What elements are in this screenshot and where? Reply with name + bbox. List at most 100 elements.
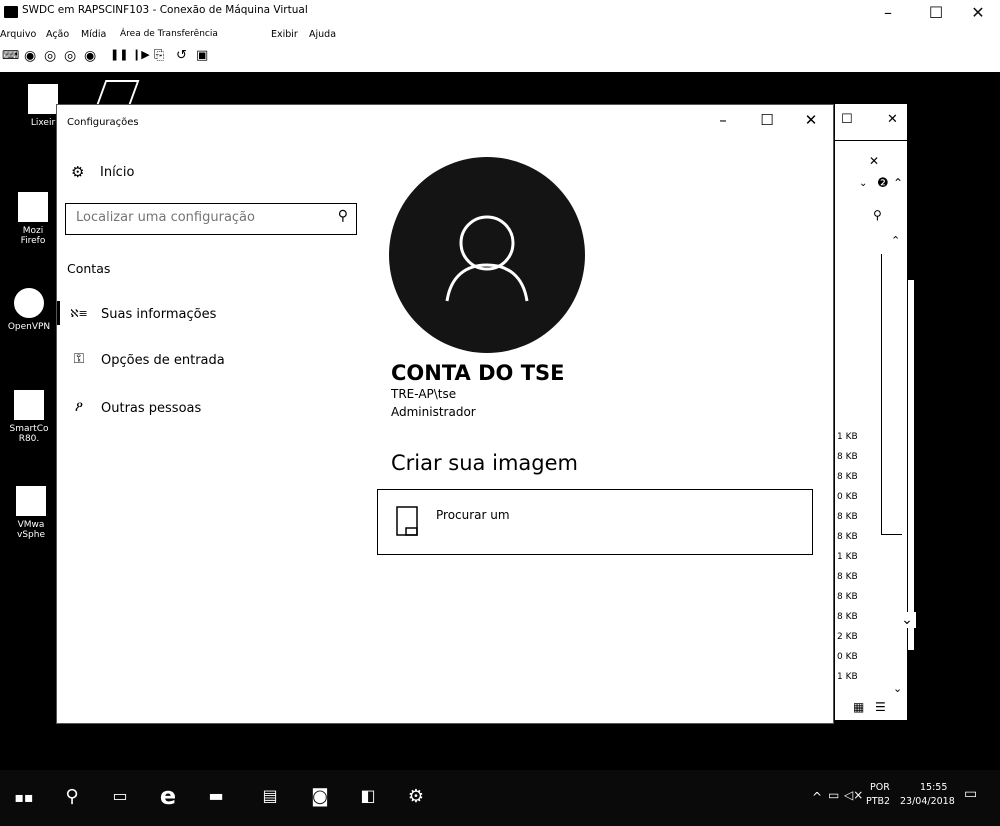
file-size: 1 KB <box>837 672 858 682</box>
shutdown-icon[interactable]: ◎ <box>64 48 76 64</box>
account-username: TRE-AP\tse <box>391 387 457 401</box>
background-explorer-window[interactable]: ☐ ✕ ✕ ⌄ ❷ ⌃ ⚲ ⌃ 1 KB 8 KB 8 KB 0 KB 8 KB… <box>834 104 907 720</box>
desktop-icon-vmware[interactable]: VMwa vSphe <box>8 484 54 540</box>
nav-other-people-label: Outras pessoas <box>101 401 202 416</box>
nav-other-people[interactable]: ዖ Outras pessoas <box>69 399 329 421</box>
help-icon[interactable]: ❷ <box>877 176 889 191</box>
desktop-icon-label: Mozi Firefo <box>20 226 46 246</box>
power-icon[interactable]: ◉ <box>84 48 96 64</box>
menu-midia[interactable]: Mídia <box>81 29 106 40</box>
section-title: Contas <box>67 261 111 276</box>
host-maximize-button[interactable]: ☐ <box>914 0 958 26</box>
details-view-icon[interactable]: ▦ <box>853 700 864 714</box>
desktop-icon-smartconsole[interactable]: SmartCo R80. <box>6 388 52 444</box>
host-minimize-button[interactable]: – <box>866 0 910 26</box>
desktop-icon-label: Lixeir <box>30 118 56 128</box>
browse-label: Procurar um <box>436 508 510 522</box>
file-size: 1 KB <box>837 432 858 442</box>
settings-title: Configurações <box>67 117 139 128</box>
account-name: CONTA DO TSE <box>391 361 565 385</box>
chevron-up-icon[interactable]: ⌃ <box>893 176 903 190</box>
file-size: 8 KB <box>837 572 858 582</box>
file-explorer-icon[interactable]: ▬ <box>200 786 232 805</box>
search-icon[interactable]: ⚲ <box>56 786 88 807</box>
search-icon[interactable]: ⚲ <box>873 208 882 222</box>
settings-search-box[interactable]: ⚲ <box>65 203 357 235</box>
chevron-down-icon[interactable]: ⌄ <box>898 612 916 628</box>
nav-your-info[interactable]: ℵ≡ Suas informações <box>69 305 329 327</box>
file-size: 1 KB <box>837 552 858 562</box>
selected-indicator <box>57 301 60 325</box>
person-add-icon: ዖ <box>74 399 84 415</box>
list-view-icon[interactable]: ☰ <box>875 700 886 714</box>
start-icon[interactable]: ▪▪ <box>8 790 40 806</box>
host-close-button[interactable]: ✕ <box>956 0 1000 26</box>
bg-inner-close-icon[interactable]: ✕ <box>869 154 879 168</box>
scroll-up-icon[interactable]: ⌃ <box>891 234 900 247</box>
create-picture-heading: Criar sua imagem <box>391 451 578 475</box>
file-size: 8 KB <box>837 452 858 462</box>
desktop-icon-firefox[interactable]: Mozi Firefo <box>10 190 56 246</box>
network-icon[interactable]: ▭ <box>828 788 839 802</box>
nav-home-label: Início <box>100 165 135 180</box>
settings-minimize-button[interactable]: – <box>703 111 743 129</box>
firefox-icon <box>16 190 50 224</box>
file-size: 8 KB <box>837 592 858 602</box>
host-toolbar: ⌨ ◉ ◎ ◎ ◉ ❚❚ ❙▶ ⎘ ↺ ▣ <box>0 46 400 70</box>
volume-icon[interactable]: ◁× <box>844 788 863 802</box>
nav-your-info-label: Suas informações <box>101 307 217 322</box>
settings-maximize-button[interactable]: ☐ <box>747 111 787 129</box>
menu-arquivo[interactable]: Arquivo <box>0 29 36 40</box>
clock-date[interactable]: 23/04/2018 <box>900 796 955 807</box>
nav-sign-in-options[interactable]: ⚿ Opções de entrada <box>69 351 329 373</box>
scrollbar-thumb[interactable] <box>881 254 902 535</box>
checkpoint-icon[interactable]: ⎘ <box>154 48 164 63</box>
bg-close-icon[interactable]: ✕ <box>887 112 898 127</box>
language-indicator-top[interactable]: POR <box>870 782 890 793</box>
recycle-bin-icon <box>26 82 60 116</box>
edge-icon[interactable]: e <box>152 782 184 810</box>
browse-button[interactable]: Procurar um <box>377 489 813 555</box>
scroll-down-icon[interactable]: ⌄ <box>893 682 902 695</box>
revert-icon[interactable]: ↺ <box>176 48 187 63</box>
ctrl-alt-del-icon[interactable]: ⌨ <box>2 48 19 62</box>
vm-app-icon[interactable]: ◧ <box>352 786 384 805</box>
settings-window: Configurações – ☐ ✕ ⚙ Início ⚲ Contas ℵ≡… <box>56 104 834 724</box>
gear-icon: ⚙ <box>71 163 85 181</box>
show-hidden-icons-icon[interactable]: ^ <box>812 790 822 804</box>
enhanced-session-icon[interactable]: ▣ <box>196 48 208 63</box>
bg-maximize-icon[interactable]: ☐ <box>841 112 853 127</box>
desktop-icon-label: OpenVPN <box>7 322 51 332</box>
file-size: 0 KB <box>837 652 858 662</box>
remote-desktop-icon[interactable]: ◙ <box>304 786 336 807</box>
openvpn-icon <box>12 286 46 320</box>
task-view-icon[interactable]: ▭ <box>104 786 136 805</box>
menu-acao[interactable]: Ação <box>46 29 69 40</box>
desktop-icon-label: SmartCo R80. <box>9 424 49 444</box>
host-menu-bar: Arquivo Ação Mídia Área de Transferência… <box>0 26 1000 44</box>
desktop-icon-openvpn[interactable]: OpenVPN <box>6 286 52 332</box>
settings-close-button[interactable]: ✕ <box>791 111 831 129</box>
notifications-icon[interactable]: ▭ <box>964 786 977 802</box>
host-title-bar: SWDC em RAPSCINF103 - Conexão de Máquina… <box>0 0 1000 26</box>
file-size: 8 KB <box>837 612 858 622</box>
turn-off-icon[interactable]: ◎ <box>44 48 56 64</box>
file-icon <box>396 506 418 540</box>
server-manager-icon[interactable]: ▤ <box>254 786 286 805</box>
menu-area-transferencia[interactable]: Área de Transferência <box>120 29 218 39</box>
gear-icon[interactable]: ⚙ <box>400 786 432 807</box>
clock-time[interactable]: 15:55 <box>920 782 947 793</box>
menu-exibir[interactable]: Exibir <box>271 29 298 40</box>
language-indicator-bottom[interactable]: PTB2 <box>866 796 890 807</box>
key-icon: ⚿ <box>73 351 85 367</box>
vm-connection-icon <box>4 6 18 18</box>
search-input[interactable] <box>76 210 316 225</box>
pause-icon[interactable]: ❚❚ <box>110 48 128 61</box>
start-icon[interactable]: ◉ <box>24 48 36 64</box>
search-icon[interactable]: ⚲ <box>338 208 348 224</box>
chevron-down-icon[interactable]: ⌄ <box>859 178 867 189</box>
menu-ajuda[interactable]: Ajuda <box>309 29 336 40</box>
person-icon <box>445 215 529 302</box>
resume-icon[interactable]: ❙▶ <box>132 48 150 61</box>
smartconsole-icon <box>12 388 46 422</box>
